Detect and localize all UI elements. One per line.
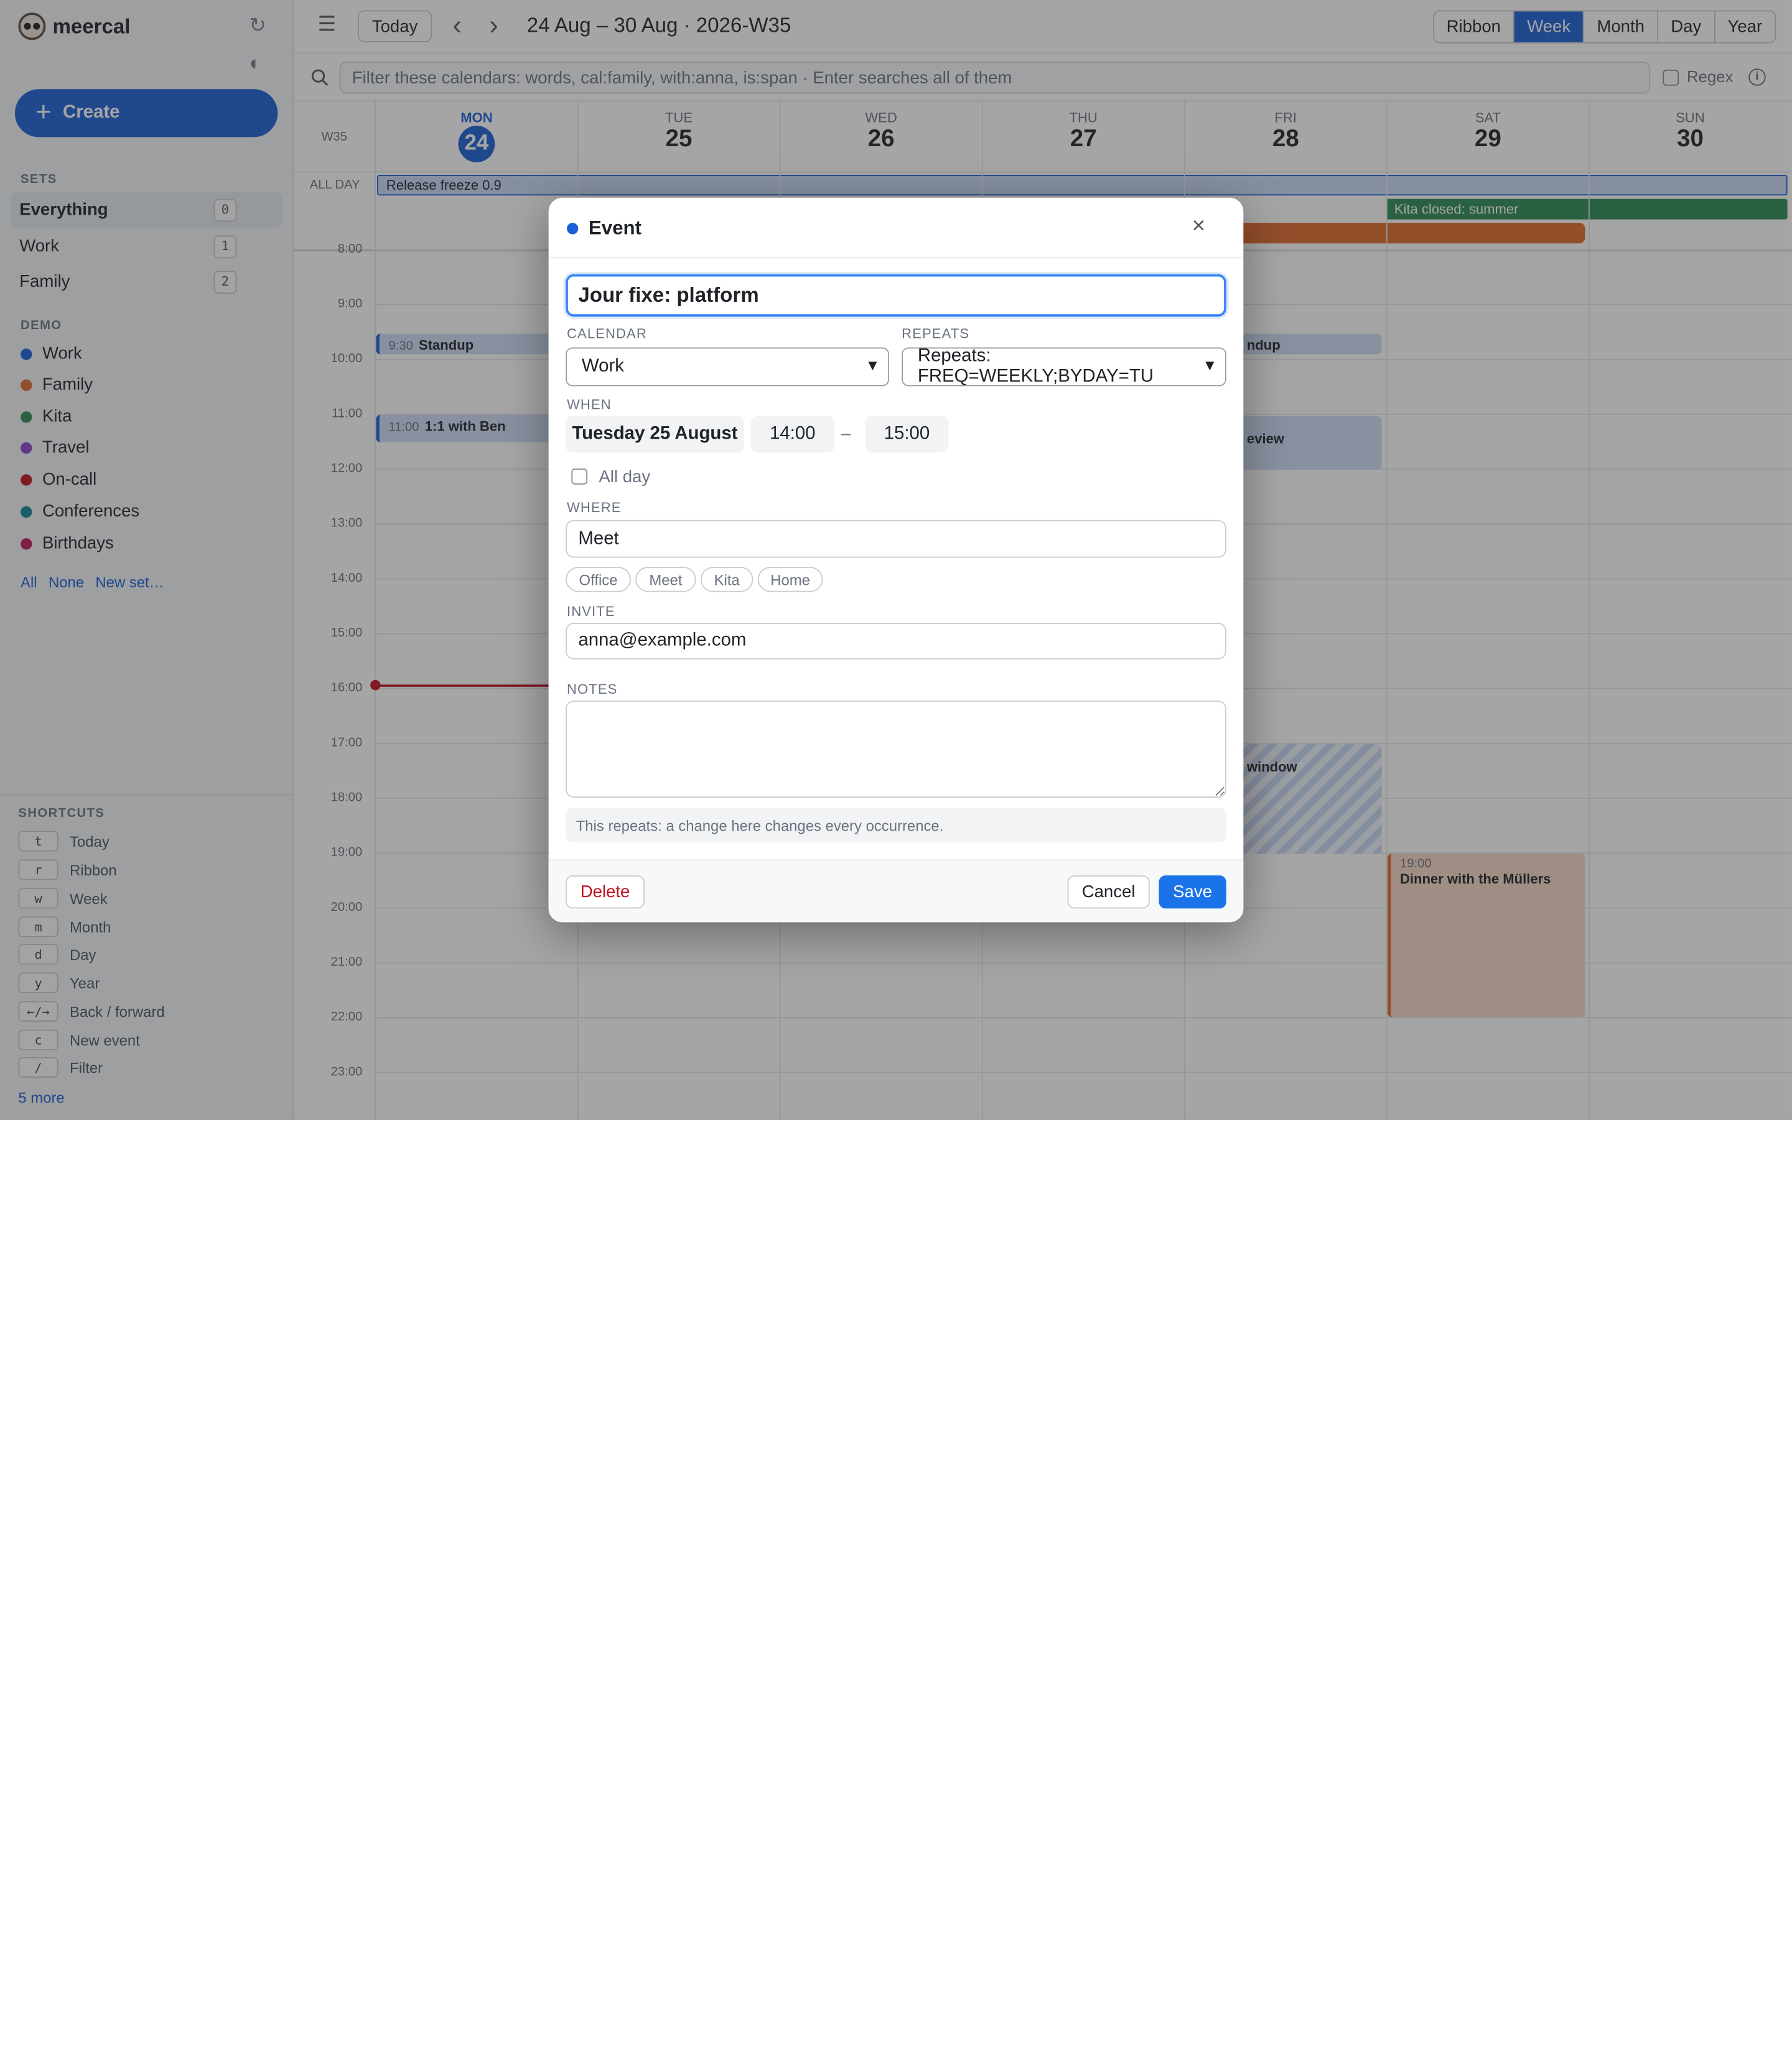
date-picker[interactable]: Tuesday 25 August bbox=[566, 416, 744, 453]
start-time-picker[interactable]: 14:00 bbox=[750, 416, 834, 453]
save-button[interactable]: Save bbox=[1159, 875, 1226, 909]
delete-button[interactable]: Delete bbox=[566, 875, 645, 909]
repeats-select-value: Repeats: FREQ=WEEKLY;BYDAY=TU bbox=[917, 346, 1154, 386]
when-field-label: WHEN bbox=[567, 396, 612, 413]
cancel-button[interactable]: Cancel bbox=[1067, 875, 1150, 909]
where-field-label: WHERE bbox=[567, 499, 622, 516]
notes-field-label: NOTES bbox=[567, 681, 618, 697]
chevron-down-icon: ▼ bbox=[865, 357, 880, 374]
calendar-field-label: CALENDAR bbox=[567, 325, 647, 342]
notes-textarea[interactable] bbox=[566, 700, 1226, 798]
dialog-footer: Delete Cancel Save bbox=[548, 859, 1244, 923]
all-day-label: All day bbox=[599, 467, 651, 487]
invite-input[interactable] bbox=[566, 623, 1226, 660]
invite-field-label: INVITE bbox=[567, 603, 615, 620]
location-chip-office[interactable]: Office bbox=[566, 567, 631, 592]
event-title-input[interactable] bbox=[566, 274, 1226, 317]
dialog-title: Event bbox=[588, 217, 642, 239]
location-chip-kita[interactable]: Kita bbox=[700, 567, 754, 592]
repeat-warning-note: This repeats: a change here changes ever… bbox=[566, 808, 1226, 842]
calendar-select[interactable]: Work ▼ bbox=[566, 347, 889, 386]
where-input[interactable] bbox=[566, 520, 1226, 558]
repeats-field-label: REPEATS bbox=[902, 325, 970, 342]
all-day-checkbox[interactable] bbox=[571, 469, 588, 485]
end-time-picker[interactable]: 15:00 bbox=[865, 416, 949, 453]
location-chip-meet[interactable]: Meet bbox=[635, 567, 696, 592]
event-dialog: Event × CALENDAR Work ▼ REPEATS Repeats:… bbox=[548, 197, 1244, 923]
time-range-dash: – bbox=[841, 424, 851, 444]
dialog-header: Event × bbox=[548, 198, 1244, 259]
repeats-select[interactable]: Repeats: FREQ=WEEKLY;BYDAY=TU ▼ bbox=[902, 347, 1226, 386]
close-icon[interactable]: × bbox=[1192, 213, 1205, 240]
calendar-select-value: Work bbox=[581, 357, 624, 376]
chevron-down-icon: ▼ bbox=[1202, 357, 1218, 374]
location-chip-home[interactable]: Home bbox=[757, 567, 823, 592]
calendar-color-dot bbox=[567, 223, 579, 235]
